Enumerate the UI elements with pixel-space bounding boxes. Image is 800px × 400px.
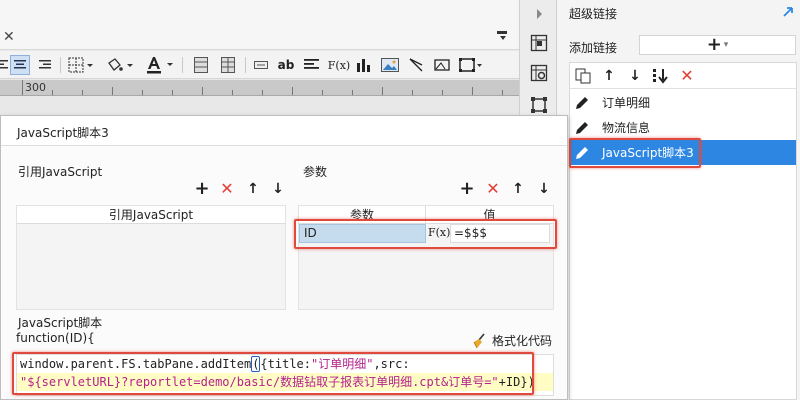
remove-param-icon[interactable]: ✕	[486, 181, 500, 197]
hyperlink-item-label: JavaScript脚本3	[602, 146, 694, 160]
dialog-header: JavaScript脚本3	[1, 116, 567, 146]
ruler-tick	[112, 87, 113, 95]
remove-js-icon[interactable]: ✕	[220, 181, 234, 197]
editor-tab-strip: ✕	[0, 0, 519, 50]
code-line-current: "${servletURL}?reportlet=demo/basic/数据钻取…	[17, 373, 553, 391]
toolbar-divider	[245, 57, 246, 73]
function-signature: function(ID){	[16, 331, 95, 345]
params-table: 参数 值	[298, 205, 554, 310]
widget-settings-icon[interactable]	[530, 64, 548, 82]
imported-js-header: 引用JavaScript	[17, 206, 285, 224]
edit-pen-icon	[576, 121, 588, 134]
unmerge-cells-icon[interactable]	[219, 55, 237, 75]
insert-cell-icon[interactable]	[252, 55, 270, 75]
cell-attributes-icon[interactable]	[530, 34, 548, 52]
ruler-tick	[382, 87, 383, 95]
imported-js-table[interactable]: 引用JavaScript	[16, 205, 286, 310]
dialog-title: JavaScript脚本3	[17, 126, 109, 140]
image-icon[interactable]	[380, 55, 400, 75]
move-up-icon[interactable]: ↑	[246, 182, 260, 196]
format-toolbar: ab F(x)	[0, 51, 519, 79]
ruler-tick	[412, 90, 413, 95]
sort-icon[interactable]	[652, 67, 670, 85]
ruler-tick	[142, 90, 143, 95]
font-color-icon[interactable]	[144, 55, 176, 75]
text-align-icon[interactable]	[302, 55, 322, 75]
frame-settings-icon[interactable]	[530, 96, 548, 114]
merge-cells-icon[interactable]	[192, 55, 210, 75]
panel-toggle-icon[interactable]	[496, 30, 508, 42]
add-link-button[interactable]: + ▾	[639, 35, 796, 55]
hyperlink-item-label: 物流信息	[602, 121, 651, 135]
copy-link-icon[interactable]	[574, 67, 592, 85]
ruler-tick	[232, 90, 233, 95]
fill-color-icon[interactable]	[104, 55, 136, 75]
code-line: window.parent.FS.tabPane.addItem({title:…	[20, 356, 410, 372]
formula-button[interactable]: F(x)	[328, 55, 350, 75]
ruler-tick	[262, 90, 263, 95]
move-down-icon[interactable]: ↓	[626, 67, 644, 85]
add-link-label: 添加链接	[569, 41, 618, 55]
expand-panel-icon[interactable]	[782, 6, 794, 18]
param-name-header: 参数	[299, 206, 426, 224]
param-name-cell[interactable]: ID	[299, 224, 426, 243]
broom-icon	[473, 332, 485, 348]
ruler-tick	[322, 90, 323, 95]
edit-pen-icon	[576, 96, 588, 109]
close-tab-icon[interactable]: ✕	[3, 29, 15, 45]
cell-element-icon[interactable]	[432, 55, 452, 75]
hyperlink-item[interactable]: 物流信息	[570, 115, 796, 140]
param-formula-button[interactable]: F(x)	[428, 224, 450, 243]
ruler-tick	[22, 80, 23, 95]
move-up-icon[interactable]: ↑	[511, 182, 525, 196]
collapse-arrow-icon[interactable]	[530, 5, 548, 23]
plus-icon: +	[706, 34, 722, 55]
hyperlink-item-selected[interactable]: JavaScript脚本3	[570, 140, 796, 165]
imported-js-label: 引用JavaScript	[18, 165, 103, 179]
move-up-icon[interactable]: ↑	[600, 67, 618, 85]
text-style-button[interactable]: ab	[276, 55, 296, 75]
hyperlink-list: ↑ ↓ ✕ 订单明细 物流信息 JavaScript脚本3	[569, 62, 797, 400]
frame-icon[interactable]	[458, 55, 484, 75]
format-code-button[interactable]: 格式化代码	[471, 332, 552, 349]
format-code-label: 格式化代码	[492, 334, 553, 348]
param-value-header: 值	[426, 206, 553, 224]
add-param-icon[interactable]: +	[459, 180, 474, 198]
ruler-tick	[52, 90, 53, 95]
toolbar-divider	[182, 57, 183, 73]
javascript-code-editor[interactable]: window.parent.FS.tabPane.addItem({title:…	[16, 354, 554, 396]
move-down-icon[interactable]: ↓	[537, 182, 551, 196]
ruler-tick	[292, 87, 293, 95]
ruler-tick	[82, 90, 83, 95]
dropdown-caret-icon: ▾	[723, 40, 729, 50]
ruler-tick	[202, 87, 203, 95]
align-left-icon[interactable]	[0, 55, 10, 75]
script-label: JavaScript脚本	[18, 316, 103, 330]
ruler-tick	[442, 90, 443, 95]
link-list-toolbar: ↑ ↓ ✕	[570, 63, 796, 89]
delete-link-icon[interactable]: ✕	[678, 67, 696, 85]
edit-pen-icon	[576, 146, 588, 159]
chart-icon[interactable]	[354, 55, 374, 75]
move-down-icon[interactable]: ↓	[271, 182, 285, 196]
ruler-tick	[502, 90, 503, 95]
params-label: 参数	[303, 165, 328, 179]
ruler-tick	[352, 90, 353, 95]
ruler-tick	[172, 90, 173, 95]
hyperlink-panel: 超级链接 添加链接 + ▾ ↑ ↓ ✕ 订单明细 物流信息 JavaScript	[557, 0, 800, 400]
hyperlink-item-label: 订单明细	[602, 96, 651, 110]
align-center-icon[interactable]	[10, 55, 30, 75]
hyperlink-item[interactable]: 订单明细	[570, 90, 796, 115]
border-icon[interactable]	[66, 55, 96, 75]
align-right-icon[interactable]	[36, 55, 54, 75]
toolbar-divider	[60, 57, 61, 73]
add-js-icon[interactable]: +	[194, 180, 209, 198]
horizontal-ruler: 300	[0, 80, 519, 96]
slash-cell-icon[interactable]	[406, 55, 426, 75]
ruler-label: 300	[25, 81, 46, 94]
ruler-tick	[472, 87, 473, 95]
param-value-cell[interactable]: =$$$	[450, 224, 550, 243]
panel-title: 超级链接	[569, 7, 618, 21]
